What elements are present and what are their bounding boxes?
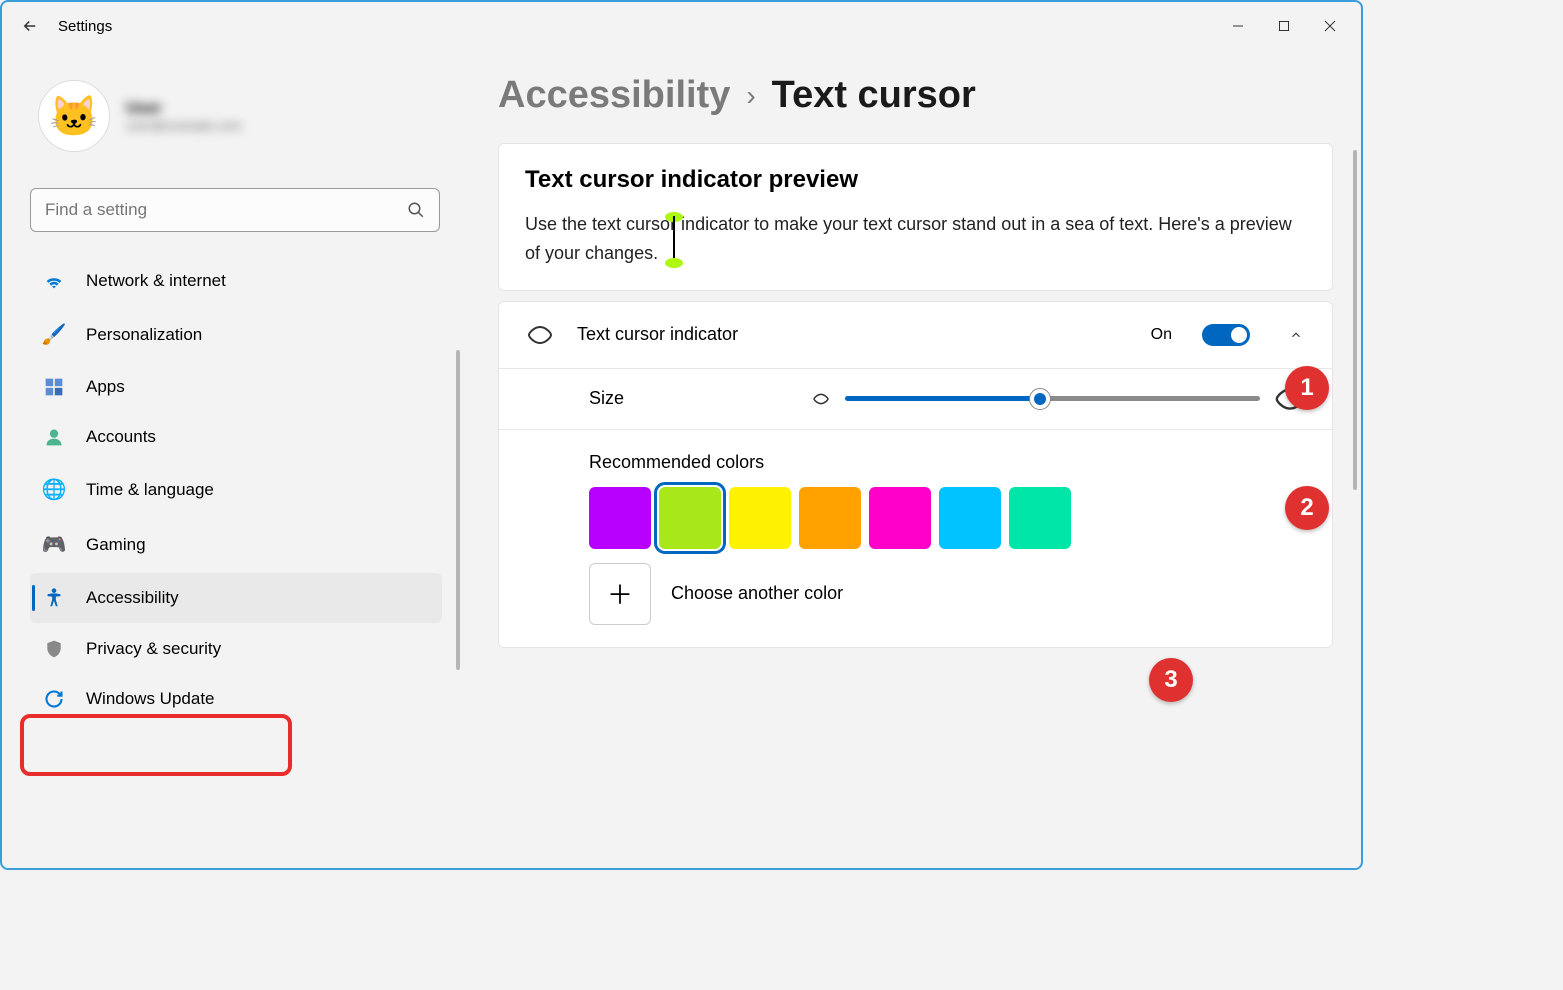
annotation-highlight-accessibility [20,714,292,776]
indicator-label: Text cursor indicator [577,324,1129,345]
sidebar-item-gaming[interactable]: 🎮 Gaming [30,518,442,571]
size-label: Size [589,388,789,409]
nav: Network & internet 🖌️ Personalization Ap… [30,256,442,723]
size-row: Size [499,369,1332,430]
sidebar-item-accessibility[interactable]: Accessibility [30,573,442,623]
preview-card: Text cursor indicator preview Use the te… [498,143,1333,291]
accessibility-icon [42,587,66,609]
preview-title: Text cursor indicator preview [525,166,1306,194]
search-icon [407,201,425,219]
sidebar-item-label: Time & language [86,480,214,500]
annotation-badge-2: 2 [1285,486,1329,530]
indicator-card: Text cursor indicator On Size [498,301,1333,648]
chevron-up-icon[interactable] [1286,328,1306,342]
sidebar-scrollbar[interactable] [456,350,460,670]
sync-icon [42,689,66,709]
toggle-state-label: On [1151,326,1172,344]
choose-color-button[interactable]: ＋ [589,563,651,625]
search-box[interactable] [30,188,440,232]
size-small-icon [811,391,831,407]
size-slider[interactable] [845,396,1260,401]
sidebar-item-label: Windows Update [86,689,215,709]
user-block[interactable]: 🐱 User user@example.com [30,62,442,170]
breadcrumb: Accessibility › Text cursor [498,74,1333,117]
titlebar: Settings [2,2,1361,50]
color-swatch-orange[interactable] [799,487,861,549]
apps-icon [42,377,66,397]
user-email: user@example.com [126,118,242,133]
breadcrumb-current: Text cursor [772,74,976,117]
slider-thumb[interactable] [1029,388,1051,410]
app-title: Settings [58,18,112,35]
main-scrollbar[interactable] [1353,150,1357,490]
sidebar-item-network[interactable]: Network & internet [30,256,442,306]
sidebar: 🐱 User user@example.com Network & inter [2,50,462,868]
sidebar-item-label: Privacy & security [86,639,221,659]
sidebar-item-apps[interactable]: Apps [30,363,442,411]
indicator-toggle[interactable] [1202,324,1250,346]
gamepad-icon: 🎮 [42,532,66,557]
sidebar-item-time-language[interactable]: 🌐 Time & language [30,463,442,516]
sidebar-item-windows-update[interactable]: Windows Update [30,675,442,723]
shield-icon [42,639,66,659]
back-button[interactable] [10,6,50,46]
colors-section: Recommended colors ＋ Cho [499,430,1332,647]
toggle-knob [1231,327,1247,343]
color-swatches [589,487,1306,549]
sidebar-item-privacy[interactable]: Privacy & security [30,625,442,673]
brush-icon: 🖌️ [42,322,66,347]
color-swatch-cyan[interactable] [939,487,1001,549]
avatar: 🐱 [38,80,110,152]
color-swatch-magenta[interactable] [869,487,931,549]
choose-color-row: ＋ Choose another color [589,563,1306,625]
person-icon [42,427,66,447]
annotation-badge-1: 1 [1285,366,1329,410]
plus-icon: ＋ [607,575,633,612]
sidebar-item-label: Accounts [86,427,156,447]
globe-clock-icon: 🌐 [42,477,66,502]
close-button[interactable] [1307,6,1353,46]
color-swatch-purple[interactable] [589,487,651,549]
choose-color-label: Choose another color [671,583,843,604]
indicator-toggle-row[interactable]: Text cursor indicator On [499,302,1332,369]
color-swatch-lime[interactable] [659,487,721,549]
sidebar-item-label: Apps [86,377,125,397]
sidebar-item-personalization[interactable]: 🖌️ Personalization [30,308,442,361]
cursor-indicator-bottom [665,258,683,268]
settings-window: Settings 🐱 User user@example.com [0,0,1363,870]
text-cursor-preview [673,216,675,262]
sidebar-item-label: Network & internet [86,271,226,291]
search-input[interactable] [45,200,407,220]
minimize-button[interactable] [1215,6,1261,46]
maximize-button[interactable] [1261,6,1307,46]
color-swatch-yellow[interactable] [729,487,791,549]
chevron-right-icon: › [746,80,755,112]
sidebar-item-accounts[interactable]: Accounts [30,413,442,461]
sidebar-item-label: Accessibility [86,588,179,608]
wifi-icon [42,270,66,292]
window-controls [1215,6,1353,46]
sidebar-item-label: Personalization [86,325,202,345]
user-name: User [126,100,242,118]
sidebar-item-label: Gaming [86,535,146,555]
preview-text: Use the text cursor indicator to make yo… [525,214,1292,263]
cursor-indicator-icon [525,325,555,345]
breadcrumb-parent[interactable]: Accessibility [498,74,730,117]
annotation-badge-3: 3 [1149,658,1193,702]
main-content: Accessibility › Text cursor Text cursor … [462,50,1361,868]
color-swatch-teal[interactable] [1009,487,1071,549]
colors-title: Recommended colors [589,452,1306,473]
